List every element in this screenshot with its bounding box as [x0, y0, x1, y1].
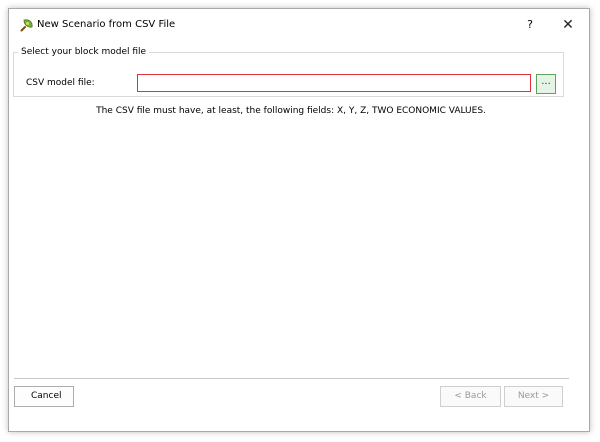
browse-button[interactable]: ...	[536, 74, 556, 94]
csv-requirements-text: The CSV file must have, at least, the fo…	[96, 106, 486, 116]
footer-separator	[14, 378, 569, 379]
back-button[interactable]: < Back	[440, 386, 501, 407]
help-button[interactable]: ?	[517, 13, 543, 37]
magnifier-leaf-icon	[20, 19, 33, 32]
dialog-title: New Scenario from CSV File	[37, 19, 176, 30]
close-button[interactable]: ✕	[553, 13, 583, 37]
title-bar[interactable]: New Scenario from CSV File ? ✕	[9, 9, 589, 41]
csv-model-file-label: CSV model file:	[26, 78, 95, 88]
cancel-button[interactable]: Cancel	[14, 386, 74, 407]
group-legend: Select your block model file	[18, 47, 150, 57]
csv-model-file-input[interactable]	[137, 74, 531, 92]
next-button[interactable]: Next >	[504, 386, 563, 407]
